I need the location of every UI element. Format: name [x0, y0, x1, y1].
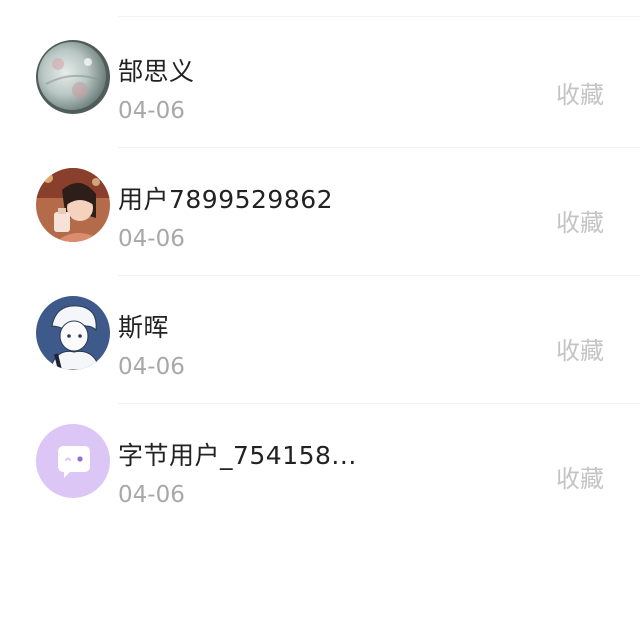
list-item[interactable]: 用户7899529862 04-06 收藏: [0, 148, 640, 276]
top-divider: [118, 16, 640, 17]
favorite-button[interactable]: 收藏: [556, 459, 604, 494]
user-name: 斯晖: [118, 313, 170, 342]
user-name: 字节用户_754158...: [118, 441, 357, 470]
default-chat-bubble-avatar[interactable]: [36, 424, 110, 498]
favorite-date: 04-06: [118, 354, 185, 380]
planet-avatar[interactable]: [36, 40, 110, 114]
user-name: 用户7899529862: [118, 185, 334, 214]
user-name: 郜思义: [118, 57, 195, 86]
favorite-button[interactable]: 收藏: [556, 331, 604, 366]
anime-boy-avatar[interactable]: [36, 296, 110, 370]
list-item[interactable]: 字节用户_754158... 04-06 收藏: [0, 404, 640, 532]
favorite-date: 04-06: [118, 98, 185, 124]
favorite-date: 04-06: [118, 482, 185, 508]
girl-drinking-avatar[interactable]: [36, 168, 110, 242]
list-item[interactable]: 郜思义 04-06 收藏: [0, 20, 640, 148]
favorite-button[interactable]: 收藏: [556, 75, 604, 110]
list-item[interactable]: 斯晖 04-06 收藏: [0, 276, 640, 404]
favorite-date: 04-06: [118, 226, 185, 252]
favorite-button[interactable]: 收藏: [556, 203, 604, 238]
